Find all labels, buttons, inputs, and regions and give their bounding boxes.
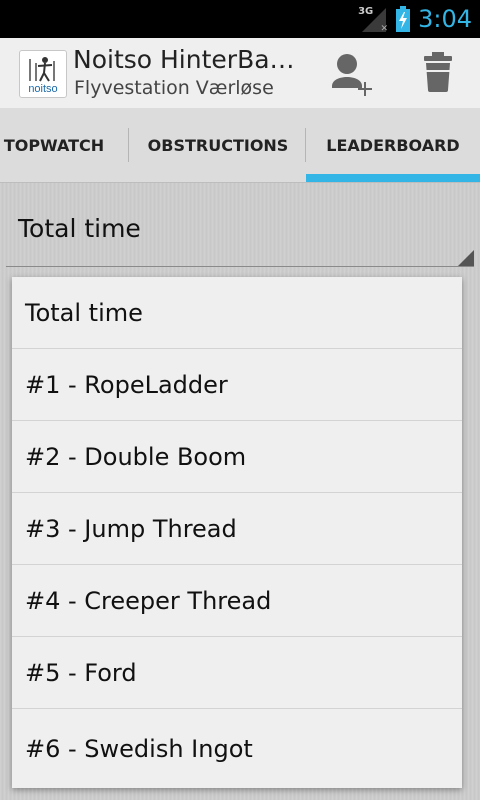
add-user-icon: [332, 54, 372, 96]
tab-stopwatch[interactable]: TOPWATCH: [0, 108, 128, 182]
spinner-underline: [6, 266, 474, 267]
logo-text: noitso: [28, 83, 58, 95]
battery-charging-icon: [396, 6, 411, 32]
add-user-button[interactable]: [330, 52, 376, 98]
network-type-label: 3G: [358, 6, 374, 17]
spinner-arrow-icon: [458, 250, 474, 266]
dropdown-option[interactable]: #2 - Double Boom: [12, 421, 462, 493]
tab-divider: [128, 128, 129, 162]
clock: 3:04: [418, 5, 472, 33]
app-subtitle: Flyvestation Værløse: [74, 77, 274, 99]
app-logo[interactable]: noitso: [19, 50, 67, 98]
spinner-dropdown: Total time #1 - RopeLadder #2 - Double B…: [12, 277, 462, 788]
tab-obstructions[interactable]: OBSTRUCTIONS: [130, 108, 306, 182]
logo-figure-icon: [29, 57, 55, 82]
signal-icon: 3G ✕: [358, 4, 388, 34]
dropdown-option[interactable]: #1 - RopeLadder: [12, 349, 462, 421]
dropdown-option[interactable]: #5 - Ford: [12, 637, 462, 709]
sort-spinner[interactable]: Total time: [6, 200, 474, 270]
status-icons: 3G ✕ 3:04: [358, 0, 472, 38]
selected-tab-indicator: [306, 174, 480, 182]
dropdown-option[interactable]: Total time: [12, 277, 462, 349]
tab-bar: TOPWATCH OBSTRUCTIONS LEADERBOARD: [0, 108, 480, 183]
tab-leaderboard[interactable]: LEADERBOARD: [306, 108, 480, 182]
dropdown-option[interactable]: #6 - Swedish Ingot: [12, 709, 462, 788]
delete-button[interactable]: [422, 52, 454, 94]
app-title: Noitso HinterBa…: [73, 45, 293, 74]
spinner-selected-value: Total time: [18, 214, 141, 243]
dropdown-option[interactable]: #3 - Jump Thread: [12, 493, 462, 565]
action-bar: noitso Noitso HinterBa… Flyvestation Vær…: [0, 38, 480, 109]
dropdown-option[interactable]: #4 - Creeper Thread: [12, 565, 462, 637]
status-bar: 3G ✕ 3:04: [0, 0, 480, 38]
no-data-icon: ✕: [380, 24, 389, 34]
trash-icon: [424, 52, 452, 92]
